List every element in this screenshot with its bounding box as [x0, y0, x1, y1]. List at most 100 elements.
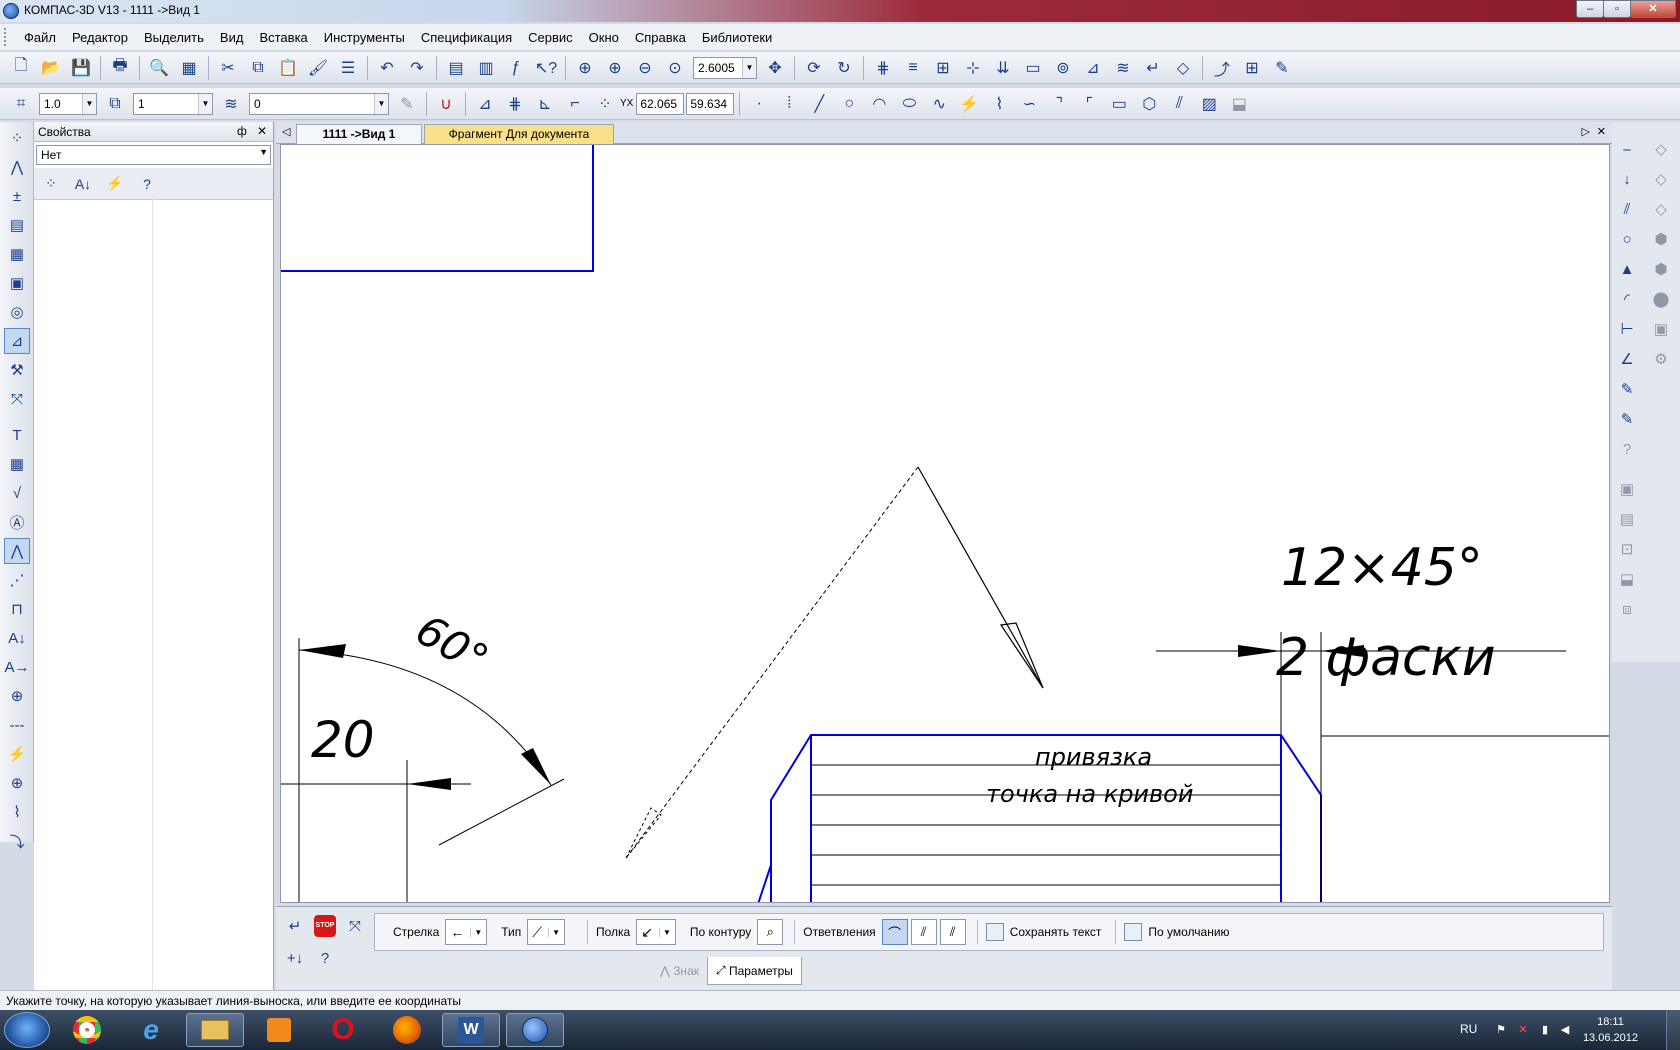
- default-checkbox[interactable]: [1124, 923, 1143, 941]
- zoom-in-icon[interactable]: ⊕: [602, 55, 628, 81]
- menu-select[interactable]: Выделить: [136, 30, 212, 45]
- menu-insert[interactable]: Вставка: [251, 30, 315, 45]
- save-icon[interactable]: 💾: [68, 55, 94, 81]
- media-player-icon[interactable]: [250, 1013, 308, 1047]
- type-combo[interactable]: ⟋ ▼: [527, 919, 565, 945]
- rt-circle-dim-icon[interactable]: ○: [1614, 226, 1640, 252]
- ortho-icon[interactable]: ⊾: [532, 91, 558, 117]
- grid-settings-icon[interactable]: ⋕: [870, 55, 896, 81]
- rt2-plane-icon[interactable]: ◇: [1648, 136, 1674, 162]
- chevron-down-icon[interactable]: ▼: [470, 927, 482, 937]
- hammer-icon[interactable]: ⚒: [4, 357, 30, 383]
- tab-fragment[interactable]: Фрагмент Для документа: [424, 124, 614, 144]
- aux-line-icon[interactable]: ⦙: [776, 91, 802, 117]
- signal-icon[interactable]: ▮: [1538, 1023, 1552, 1037]
- show-desktop-button[interactable]: [1666, 1010, 1680, 1050]
- properties-icon[interactable]: ☰: [335, 55, 361, 81]
- align-icon[interactable]: ≡: [900, 55, 926, 81]
- break-line-icon[interactable]: ⤵: [4, 828, 30, 854]
- edit-icon[interactable]: ▦: [4, 241, 30, 267]
- rt-mark-icon[interactable]: ▲: [1614, 256, 1640, 282]
- network-icon[interactable]: ✕: [1516, 1023, 1530, 1037]
- rt2-gear-icon[interactable]: ⚙: [1648, 346, 1674, 372]
- shelf-combo[interactable]: ↙ ▼: [636, 919, 676, 945]
- fillet-icon[interactable]: ⌜: [1076, 91, 1102, 117]
- chevron-down-icon[interactable]: ▼: [374, 93, 388, 114]
- tab-scroll-left-icon[interactable]: ◁: [282, 125, 290, 138]
- start-button[interactable]: [4, 1012, 50, 1048]
- tab-sign[interactable]: ⋀ Знак: [652, 957, 707, 985]
- parametrization-icon[interactable]: ▣: [4, 270, 30, 296]
- tolerance-icon[interactable]: ⊕: [4, 683, 30, 709]
- flag-icon[interactable]: ⚑: [1494, 1023, 1508, 1037]
- menu-libraries[interactable]: Библиотеки: [694, 30, 780, 45]
- collect-contour-icon[interactable]: ⬓: [1226, 91, 1252, 117]
- hatch-icon[interactable]: ▨: [1196, 91, 1222, 117]
- rt-break-icon[interactable]: ⧈: [1614, 596, 1640, 622]
- roughness-icon[interactable]: √: [4, 480, 30, 506]
- firefox-icon[interactable]: [378, 1013, 436, 1047]
- chevron-down-icon[interactable]: ▼: [658, 927, 671, 937]
- cut-line-icon[interactable]: A↓: [4, 625, 30, 651]
- tab-scroll-right-icon[interactable]: ▷: [1582, 125, 1590, 138]
- rt2-box-icon[interactable]: ▣: [1648, 316, 1674, 342]
- spline-icon[interactable]: ∽: [1016, 91, 1042, 117]
- categorize-icon[interactable]: ⁘: [38, 171, 64, 197]
- text-icon[interactable]: T: [4, 422, 30, 448]
- chevron-down-icon[interactable]: ▼: [742, 57, 756, 78]
- menu-file[interactable]: Файл: [16, 30, 64, 45]
- open-folder-icon[interactable]: 📂: [38, 55, 64, 81]
- rt2-shape-icon[interactable]: ⬢: [1648, 226, 1674, 252]
- ellipse-icon[interactable]: ⬭: [896, 91, 922, 117]
- chevron-down-icon[interactable]: ▼: [198, 93, 212, 114]
- volume-icon[interactable]: ◀: [1558, 1023, 1572, 1037]
- branch-mode-1-button[interactable]: ⌒: [881, 919, 908, 945]
- nurbs-icon[interactable]: ⚡: [956, 91, 982, 117]
- property-brush-icon[interactable]: ✎: [394, 91, 420, 117]
- clock[interactable]: 18:11 13.06.2012: [1583, 1014, 1638, 1046]
- rt2-shape2-icon[interactable]: ⬢: [1648, 256, 1674, 282]
- magnet-snap-icon[interactable]: ∪: [433, 91, 459, 117]
- measure-tools-icon[interactable]: ◎: [4, 299, 30, 325]
- local-cs-icon[interactable]: ⊿: [472, 91, 498, 117]
- bezier-icon[interactable]: ∿: [926, 91, 952, 117]
- chevron-down-icon[interactable]: ▼: [548, 927, 560, 937]
- arrow-combo[interactable]: ← ▼: [445, 919, 488, 945]
- state-combo[interactable]: 1 ▼: [133, 92, 213, 115]
- rt-brush2-icon[interactable]: ✎: [1614, 406, 1640, 432]
- help-icon[interactable]: ?: [134, 171, 160, 197]
- return-icon[interactable]: ↵: [1140, 55, 1166, 81]
- add-point-icon[interactable]: ⊹: [960, 55, 986, 81]
- kompas-icon[interactable]: [506, 1013, 564, 1047]
- zoom-combo[interactable]: 2.6005 ▼: [693, 56, 757, 79]
- zoom-out-icon[interactable]: ⊖: [632, 55, 658, 81]
- contour-button[interactable]: ⌕: [757, 919, 784, 945]
- segment-icon[interactable]: ╱: [806, 91, 832, 117]
- rt-arc-dim-icon[interactable]: ◜: [1614, 286, 1640, 312]
- designations-icon[interactable]: ▤: [4, 212, 30, 238]
- print-icon[interactable]: 🖶: [107, 55, 133, 81]
- dimensions-icon[interactable]: ±: [4, 183, 30, 209]
- regenerate-icon[interactable]: ⟳: [801, 55, 827, 81]
- menu-specification[interactable]: Спецификация: [413, 30, 520, 45]
- pan-icon[interactable]: ✥: [762, 55, 788, 81]
- tile-icon[interactable]: ⊞: [1239, 55, 1265, 81]
- chevron-down-icon[interactable]: ▼: [82, 93, 96, 114]
- table-icon[interactable]: ▦: [4, 451, 30, 477]
- equidistant-icon[interactable]: ⫽: [1166, 91, 1192, 117]
- add-point-icon[interactable]: +↓: [282, 945, 308, 971]
- rt-view-icon[interactable]: ▣: [1614, 476, 1640, 502]
- rt2-plane2-icon[interactable]: ◇: [1648, 166, 1674, 192]
- rt2-plane3-icon[interactable]: ◇: [1648, 196, 1674, 222]
- chrome-icon[interactable]: [58, 1013, 116, 1047]
- coord-y-field[interactable]: 59.634: [686, 92, 735, 115]
- explorer-icon[interactable]: [186, 1013, 244, 1047]
- base-icon[interactable]: Ⓐ: [4, 509, 30, 535]
- menu-tools[interactable]: Инструменты: [316, 30, 413, 45]
- rectangle-icon[interactable]: ▭: [1106, 91, 1132, 117]
- new-document-icon[interactable]: 🗋: [8, 55, 34, 81]
- chamfer-icon[interactable]: ⌝: [1046, 91, 1072, 117]
- snap-icon[interactable]: ⁘: [592, 91, 618, 117]
- help-icon[interactable]: ?: [312, 945, 338, 971]
- leader-tools-icon[interactable]: ⊿: [4, 328, 30, 354]
